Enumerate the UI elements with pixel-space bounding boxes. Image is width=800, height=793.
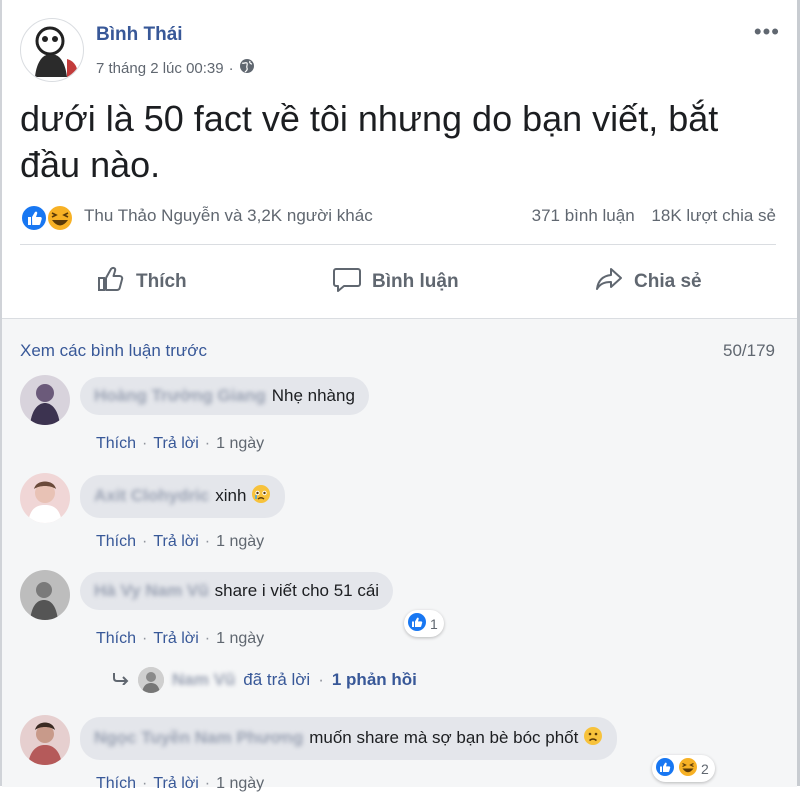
separator-dot: · [204,775,211,792]
reply-arrow-icon [112,670,130,690]
reaction-count: 1 [430,615,438,632]
more-options-button[interactable]: ••• [754,21,780,43]
like-icon [407,612,427,635]
author-name[interactable]: Bình Thái [96,24,183,46]
haha-icon [678,757,698,780]
like-icon [655,757,675,780]
thumbs-up-icon [96,265,126,299]
comment-actions: Thích · Trả lời · 1 ngày [96,435,264,453]
comment-count-link[interactable]: 371 bình luận [532,206,635,225]
separator-dot: · [142,775,148,792]
commenter-avatar[interactable] [20,375,70,425]
comment-actions: Thích · Trả lời · 1 ngày [96,533,264,551]
comment-text: muốn share mà sợ bạn bè bóc phốt [309,727,579,747]
comment-reaction-badge[interactable]: 1 [404,610,444,637]
comment-like-link[interactable]: Thích [96,630,136,647]
separator-dot: · [142,435,148,452]
commenter-avatar[interactable] [20,715,70,765]
post-text: dưới là 50 fact về tôi nhưng do bạn viết… [20,98,719,185]
reaction-count: 2 [701,760,709,777]
comment-label: Bình luận [372,271,459,292]
like-icon [20,204,48,232]
comment-like-link[interactable]: Thích [96,435,136,452]
reply-count: 1 phản hồi [331,670,417,689]
commenter-name[interactable]: Axit Clohydric [94,486,209,505]
comment-bubble: Hà Vy Nam Vũ share i viết cho 51 cái [80,572,394,610]
comment-bubble: Ngọc Tuyền Nam Phương muốn share mà sợ bạ… [80,717,618,760]
comment-text: xinh [215,485,247,505]
comment-bubble: Hoàng Trường Giang Nhẹ nhàng [80,377,369,415]
commenter-name[interactable]: Hoàng Trường Giang [94,386,266,405]
engagement-counts: 371 bình luận 18K lượt chia sẻ [520,206,776,226]
separator-dot: · [142,630,148,647]
commenter-avatar[interactable] [20,473,70,523]
comments-pagination-count: 50/179 [723,341,775,360]
post-timestamp[interactable]: 7 tháng 2 lúc 00:39 [96,60,224,77]
view-replies-link[interactable]: Nam Vũ đã trả lời · 1 phản hồi [112,667,417,693]
share-button[interactable]: Chia sẻ [594,262,702,302]
comment-like-link[interactable]: Thích [96,533,136,550]
replier-name: Nam Vũ [172,670,236,689]
commenter-name[interactable]: Hà Vy Nam Vũ [94,581,209,600]
comment-text: Nhẹ nhàng [271,386,355,405]
comment-actions: Thích · Trả lời · 1 ngày [96,630,264,648]
comment-bubble-icon [332,265,362,299]
separator-dot: · [204,533,211,550]
author-avatar[interactable] [20,18,84,82]
post-meta: 7 tháng 2 lúc 00:39 · [96,58,255,78]
share-arrow-icon [594,265,624,299]
post-action-bar: Thích Bình luận Chia sẻ [20,252,776,312]
comment-time[interactable]: 1 ngày [216,533,264,550]
comment-bubble: Axit Clohydric xinh [80,475,286,518]
divider [20,244,776,245]
frowning-face-icon [583,726,603,751]
commenter-name[interactable]: Ngọc Tuyền Nam Phương [94,728,303,747]
commenter-avatar[interactable] [20,570,70,620]
comment-reply-link[interactable]: Trả lời [153,533,198,550]
globe-icon[interactable] [239,58,255,78]
comment-time[interactable]: 1 ngày [216,630,264,647]
separator-dot: · [318,670,324,689]
comment-reply-link[interactable]: Trả lời [153,775,198,792]
post-header: Bình Thái 7 tháng 2 lúc 00:39 · ••• [20,18,780,84]
haha-icon [46,204,74,232]
comment-time[interactable]: 1 ngày [216,435,264,452]
replier-avatar [138,667,164,693]
reply-text: đã trả lời [243,670,311,689]
comment-reaction-badge[interactable]: 2 [652,755,715,782]
crying-face-icon [251,484,271,509]
comment-button[interactable]: Bình luận [332,262,459,302]
separator-dot: · [204,630,211,647]
comment-like-link[interactable]: Thích [96,775,136,792]
reaction-icons[interactable] [20,203,80,233]
view-previous-comments-link[interactable]: Xem các bình luận trước [20,341,207,361]
comments-section: Xem các bình luận trước 50/179 Hoàng Trư… [2,318,797,792]
separator-dot: · [204,435,211,452]
comment-text: share i viết cho 51 cái [214,581,380,600]
like-button[interactable]: Thích [96,262,187,302]
like-label: Thích [136,271,187,292]
comment-reply-link[interactable]: Trả lời [153,630,198,647]
reaction-names[interactable]: Thu Thảo Nguyễn và 3,2K người khác [84,206,373,226]
reactions-summary: Thu Thảo Nguyễn và 3,2K người khác 371 b… [20,200,776,234]
share-count-link[interactable]: 18K lượt chia sẻ [651,206,776,225]
comment-time[interactable]: 1 ngày [216,775,264,792]
comment-reply-link[interactable]: Trả lời [153,435,198,452]
comment-actions: Thích · Trả lời · 1 ngày [96,775,264,793]
separator-dot: · [228,59,234,77]
share-label: Chia sẻ [634,271,702,292]
separator-dot: · [142,533,148,550]
